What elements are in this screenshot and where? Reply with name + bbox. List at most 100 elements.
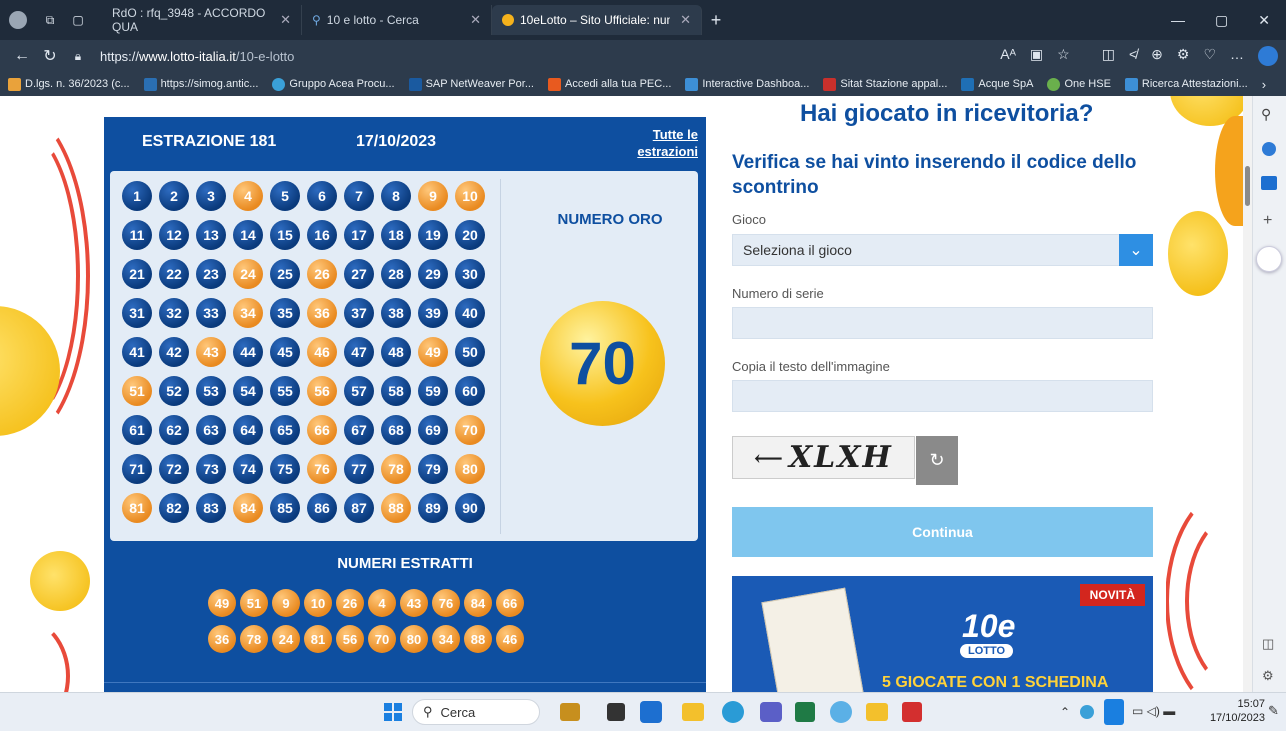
extracted-number: 84 [464, 589, 492, 617]
favorite-onehse[interactable]: One HSE [1047, 77, 1111, 91]
workspaces-icon[interactable]: ⧉ [36, 13, 64, 28]
notification-icon[interactable]: ✎ [1268, 703, 1279, 719]
taskbar-search[interactable]: ⚲ Cerca [412, 699, 540, 725]
draw-header: ESTRAZIONE 181 17/10/2023 Tutte le estra… [104, 117, 706, 171]
briefcase-icon[interactable] [560, 703, 580, 721]
read-aloud-icon[interactable]: Aᴬ [1000, 46, 1016, 66]
maximize-icon[interactable]: ▢ [1215, 12, 1228, 29]
favorite-star-icon[interactable]: ☆ [1057, 46, 1070, 66]
promo-banner[interactable]: NOVITÀ 10e LOTTO 5 GIOCATE CON 1 SCHEDIN… [732, 576, 1153, 692]
back-icon[interactable]: ← [8, 47, 36, 65]
favorite-label: Gruppo Acea Procu... [289, 78, 395, 90]
tab-search[interactable]: ⚲ 10 e lotto - Cerca ✕ [302, 5, 492, 35]
scrollbar-thumb[interactable] [1245, 166, 1250, 206]
favorite-label: https://simog.antic... [160, 78, 259, 90]
favorite-pec[interactable]: Accedi alla tua PEC... [547, 77, 672, 91]
add-icon[interactable]: + [1263, 212, 1272, 230]
network-volume-battery-icons[interactable]: ▭ ◁) ▬ [1132, 704, 1175, 718]
favorites-icon[interactable]: ≮ [1129, 46, 1137, 66]
new-tab-icon[interactable]: + [702, 10, 730, 31]
favorite-simog[interactable]: https://simog.antic... [143, 77, 259, 91]
collections-icon[interactable]: ⊕ [1151, 46, 1163, 66]
refresh-captcha-icon[interactable]: ↻ [916, 436, 958, 485]
start-icon[interactable] [384, 703, 402, 721]
form-title: Hai giocato in ricevitoria? [800, 100, 1094, 127]
grid-number-79: 79 [418, 454, 448, 484]
minimize-icon[interactable]: — [1171, 12, 1185, 29]
numero-oro-ball: 70 [540, 301, 665, 426]
sidebar-toggle-icon[interactable]: ◫ [1262, 636, 1274, 652]
url-field[interactable]: https://www.lotto-italia.it/10-e-lotto [100, 49, 294, 64]
scrollbar[interactable] [1243, 96, 1252, 692]
favorite-dashboard[interactable]: Interactive Dashboa... [685, 77, 809, 91]
captcha-arrow-icon: ⟵ [754, 445, 785, 470]
favorite-acque[interactable]: Acque SpA [961, 77, 1033, 91]
favorite-dlgs[interactable]: D.lgs. n. 36/2023 (c... [8, 77, 130, 91]
copilot-icon[interactable] [1258, 46, 1278, 66]
favorite-label: Accedi alla tua PEC... [564, 78, 672, 90]
settings-icon[interactable]: ⚙ [1262, 668, 1274, 684]
favorite-attestazioni[interactable]: Ricerca Attestazioni... [1124, 77, 1248, 91]
gioco-select-value: Seleziona il gioco [743, 242, 852, 258]
serie-input[interactable] [732, 307, 1153, 339]
acrobat-icon[interactable] [902, 702, 922, 722]
close-window-icon[interactable]: ✕ [1258, 12, 1270, 29]
split-screen-icon[interactable]: ◫ [1102, 46, 1115, 66]
favorite-acea[interactable]: Gruppo Acea Procu... [272, 77, 395, 91]
form-subtitle: Verifica se hai vinto inserendo il codic… [732, 152, 1137, 198]
teams-icon[interactable] [760, 702, 782, 722]
tray-icon[interactable] [1080, 705, 1094, 719]
grid-number-64: 64 [233, 415, 263, 445]
refresh-icon[interactable]: ↻ [36, 46, 64, 66]
clock-time: 15:07 [1237, 698, 1265, 710]
excel-icon[interactable] [795, 702, 815, 722]
tab-rdo[interactable]: RdO : rfq_3948 - ACCORDO QUA ✕ [102, 5, 302, 35]
favorite-sitat[interactable]: Sitat Stazione appal... [823, 77, 947, 91]
chrome-like-icon[interactable] [830, 701, 852, 723]
close-icon[interactable]: ✕ [280, 12, 291, 28]
more-icon[interactable]: … [1230, 46, 1244, 66]
tab-10elotto[interactable]: 10eLotto – Sito Ufficiale: numeri ✕ [492, 5, 702, 35]
grid-number-10: 10 [455, 181, 485, 211]
grid-number-58: 58 [381, 376, 411, 406]
all-draws-link[interactable]: Tutte le estrazioni [624, 126, 698, 160]
gioco-select[interactable]: Seleziona il gioco ⌄ [732, 234, 1153, 266]
close-icon[interactable]: ✕ [470, 12, 481, 28]
search-icon[interactable]: ⚲ [1261, 106, 1271, 123]
browser-tab-strip: ⧉ ▢ RdO : rfq_3948 - ACCORDO QUA ✕ ⚲ 10 … [0, 0, 1286, 40]
favorite-sap[interactable]: SAP NetWeaver Por... [408, 77, 534, 91]
favorites-bar: D.lgs. n. 36/2023 (c... https://simog.an… [0, 72, 1286, 96]
chevron-up-icon[interactable]: ⌃ [1060, 705, 1070, 719]
grid-number-41: 41 [122, 337, 152, 367]
extensions-icon[interactable]: ⚙ [1177, 46, 1190, 66]
system-clock[interactable]: 15:07 17/10/2023 [1205, 697, 1265, 725]
draw-date: 17/10/2023 [356, 133, 437, 150]
folder-icon[interactable] [866, 703, 888, 721]
grid-number-6: 6 [307, 181, 337, 211]
grid-number-16: 16 [307, 220, 337, 250]
grid-number-31: 31 [122, 298, 152, 328]
chevron-right-icon[interactable]: › [1262, 77, 1286, 92]
grid-number-50: 50 [455, 337, 485, 367]
grid-number-77: 77 [344, 454, 374, 484]
grid-number-8: 8 [381, 181, 411, 211]
grid-number-29: 29 [418, 259, 448, 289]
copilot-sidebar-icon[interactable] [1262, 142, 1276, 156]
outlook-icon[interactable] [1261, 176, 1277, 190]
grid-number-44: 44 [233, 337, 263, 367]
reader-icon[interactable]: ▣ [1030, 46, 1043, 66]
outlook-taskbar-icon[interactable] [640, 701, 662, 723]
continue-button[interactable]: Continua [732, 507, 1153, 557]
file-explorer-icon[interactable] [682, 703, 704, 721]
grid-number-15: 15 [270, 220, 300, 250]
profile-avatar[interactable] [0, 11, 36, 29]
edge-icon[interactable] [722, 701, 744, 723]
task-view-icon[interactable] [607, 703, 625, 721]
tab-actions-icon[interactable]: ▢ [64, 13, 92, 27]
performance-icon[interactable]: ♡ [1203, 46, 1216, 66]
games-icon[interactable] [1256, 246, 1282, 272]
chevron-down-icon[interactable]: ⌄ [1119, 234, 1153, 266]
microphone-icon[interactable] [1104, 699, 1124, 725]
captcha-input[interactable] [732, 380, 1153, 412]
close-icon[interactable]: ✕ [680, 12, 691, 28]
